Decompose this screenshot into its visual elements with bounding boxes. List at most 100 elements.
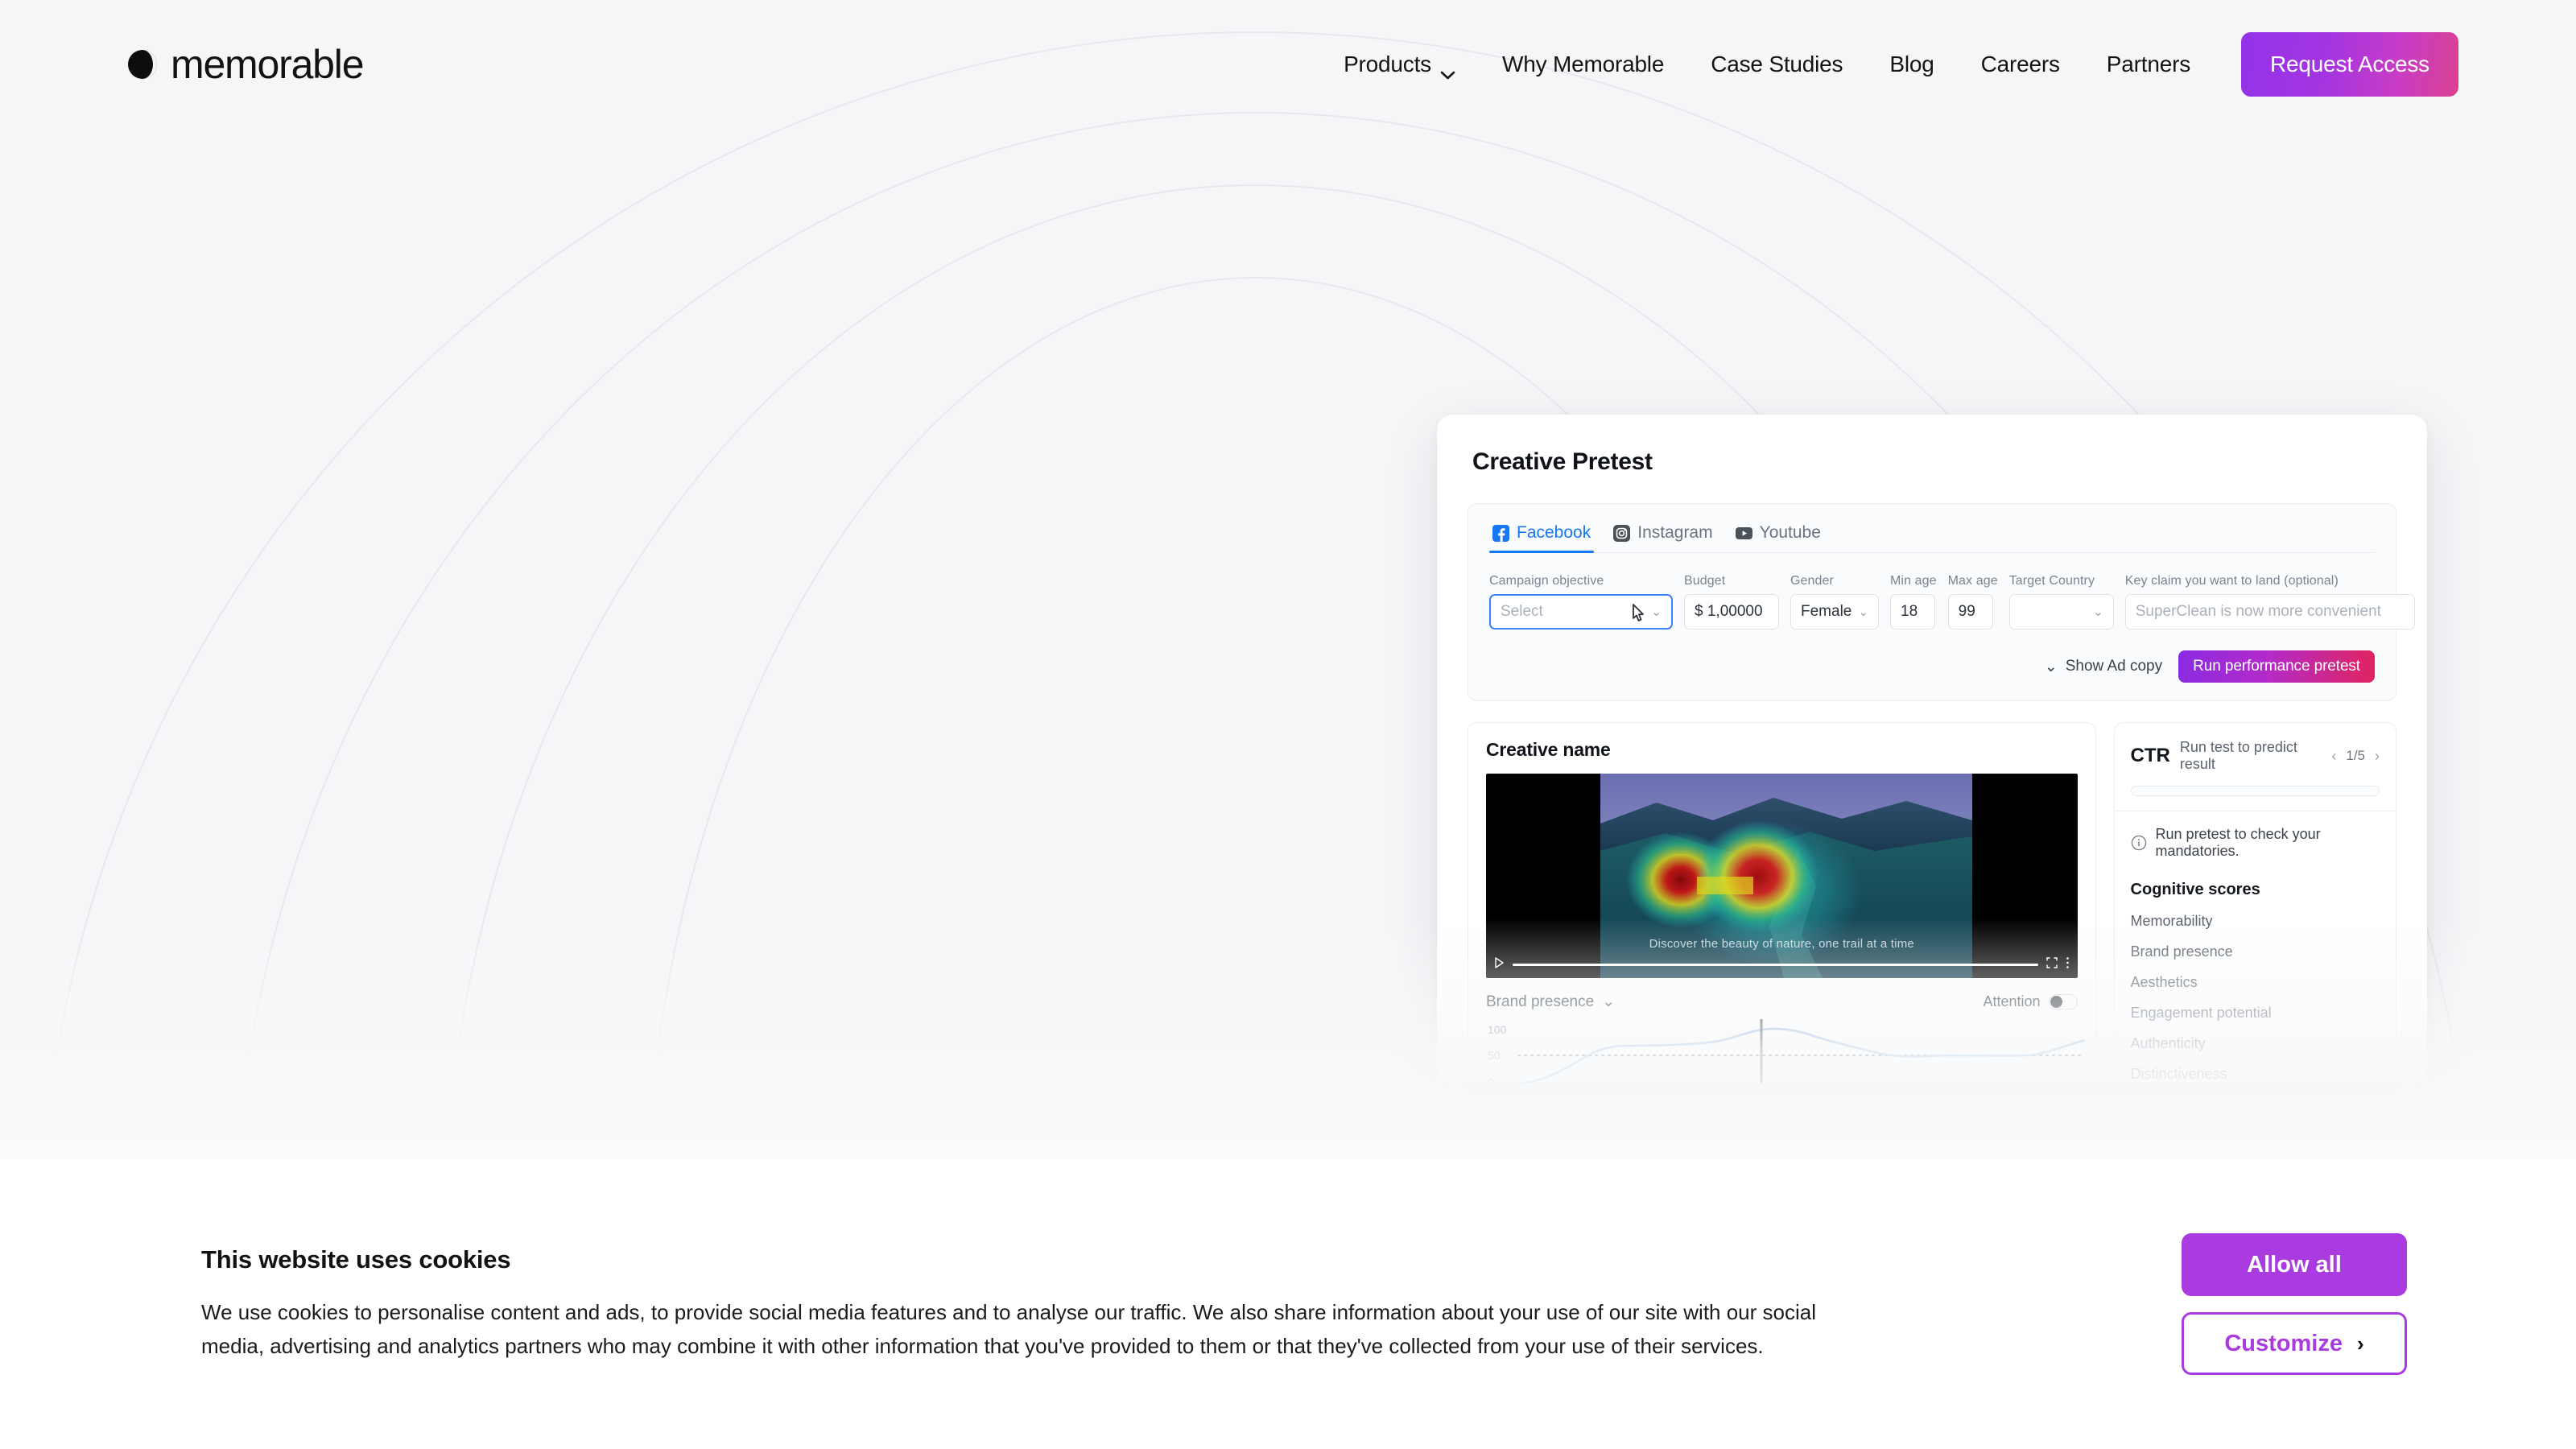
tab-label: Youtube <box>1759 523 1821 542</box>
show-ad-copy-toggle[interactable]: ⌄ Show Ad copy <box>2045 658 2162 676</box>
main-navigation: Products Why Memorable Case Studies Blog… <box>1320 32 2458 97</box>
cognitive-score-item: Engagement potential <box>2130 1005 2272 1021</box>
customize-button[interactable]: Customize › <box>2182 1312 2407 1375</box>
nav-item-blog[interactable]: Blog <box>1866 52 1957 77</box>
field-target-country: Target Country ⌄ <box>2008 574 2114 630</box>
chevron-down-icon: ⌄ <box>2044 658 2058 675</box>
placeholder-text: Select <box>1501 603 1543 620</box>
campaign-fields-row: Campaign objective Select ⌄ Budget $ 1,0… <box>1489 574 2415 630</box>
field-label: Budget <box>1684 574 1726 588</box>
run-performance-pretest-button[interactable]: Run performance pretest <box>2178 650 2375 683</box>
panel-actions: ⌄ Show Ad copy Run performance pretest <box>1489 650 2375 683</box>
target-country-select[interactable]: ⌄ <box>2008 594 2114 630</box>
nav-item-careers[interactable]: Careers <box>1958 52 2083 77</box>
logo[interactable]: memorable <box>127 41 365 88</box>
landing-page: memorable Products Why Memorable Case St… <box>0 0 2576 1449</box>
ctr-panel: CTR Run test to predict result ‹ 1/5 › R… <box>2113 722 2396 1083</box>
chevron-left-icon[interactable]: ‹ <box>2331 748 2336 765</box>
chevron-down-icon <box>1440 60 1455 80</box>
fullscreen-icon[interactable] <box>2046 956 2058 972</box>
campaign-objective-select[interactable]: Select ⌄ <box>1489 594 1673 630</box>
budget-input[interactable]: $ 1,00000 <box>1684 594 1779 630</box>
nav-label: Careers <box>1980 52 2060 76</box>
field-label: Max age <box>1947 574 1998 588</box>
customize-label: Customize <box>2224 1330 2343 1356</box>
y-tick-0: 0 <box>1488 1076 1494 1083</box>
ctr-label: CTR <box>2130 745 2170 766</box>
chevron-right-icon[interactable]: › <box>2375 748 2380 765</box>
metric-label: Brand presence <box>1486 993 1595 1010</box>
nav-item-case-studies[interactable]: Case Studies <box>1687 52 1866 77</box>
cognitive-score-item: Memorability <box>2130 913 2213 929</box>
max-age-input[interactable]: 99 <box>1947 594 1993 630</box>
y-tick-50: 50 <box>1488 1049 1501 1062</box>
show-ad-copy-label: Show Ad copy <box>2065 658 2163 675</box>
field-label: Campaign objective <box>1489 574 1604 588</box>
field-budget: Budget $ 1,00000 <box>1684 574 1779 630</box>
cookie-banner-body: We use cookies to personalise content an… <box>201 1299 1816 1358</box>
nav-item-partners[interactable]: Partners <box>2083 52 2214 77</box>
cookie-text-block: This website uses cookies We use cookies… <box>201 1245 1892 1364</box>
field-key-claim: Key claim you want to land (optional) Su… <box>2124 574 2415 630</box>
chart-header: Brand presence ⌄ Attention <box>1486 993 2078 1011</box>
nav-label: Blog <box>1889 52 1934 76</box>
attention-toggle[interactable] <box>2048 994 2078 1009</box>
site-header: memorable Products Why Memorable Case St… <box>0 0 2576 129</box>
tab-instagram[interactable]: Instagram <box>1610 523 1732 552</box>
play-icon[interactable] <box>1494 956 1505 972</box>
chevron-down-icon: ⌄ <box>1858 605 1868 619</box>
video-controls[interactable] <box>1486 956 2078 973</box>
cookie-consent-banner: This website uses cookies We use cookies… <box>0 1159 2576 1449</box>
cognitive-score-item: Brand presence <box>2130 943 2233 960</box>
nav-item-why-memorable[interactable]: Why Memorable <box>1479 52 1687 77</box>
cognitive-score-item: Authenticity <box>2130 1035 2206 1051</box>
metric-selector[interactable]: Brand presence ⌄ <box>1486 993 1615 1011</box>
field-label: Target Country <box>2008 574 2095 588</box>
cookie-banner-actions: Allow all Customize › <box>2182 1233 2407 1375</box>
kpi-line-chart: 100 50 0 <box>1486 1018 2087 1083</box>
placeholder-text: SuperClean is now more convenient <box>2135 603 2381 620</box>
budget-value: $ 1,00000 <box>1695 603 1763 620</box>
creative-name-label: Creative name <box>1486 739 1611 760</box>
nav-label: Partners <box>2106 52 2191 76</box>
mouse-pointer-icon <box>1628 602 1649 626</box>
min-age-input[interactable]: 18 <box>1890 594 1935 630</box>
pager-count: 1/5 <box>2346 748 2365 763</box>
half-moon-icon <box>127 49 158 80</box>
min-age-value: 18 <box>1901 603 1918 620</box>
max-age-value: 99 <box>1958 603 1975 620</box>
key-claim-input[interactable]: SuperClean is now more convenient <box>2124 594 2415 630</box>
nav-item-products[interactable]: Products <box>1320 52 1479 80</box>
gender-value: Female <box>1801 603 1852 620</box>
chevron-down-icon: ⌄ <box>1602 993 1616 1010</box>
chevron-down-icon: ⌄ <box>2093 605 2103 619</box>
ctr-header: CTR Run test to predict result ‹ 1/5 › <box>2131 739 2380 773</box>
cognitive-score-item: Distinctiveness <box>2130 1066 2227 1082</box>
nav-label: Case Studies <box>1711 52 1843 76</box>
y-tick-100: 100 <box>1488 1023 1507 1036</box>
cookie-banner-title: This website uses cookies <box>201 1245 511 1274</box>
info-icon <box>2131 835 2147 851</box>
field-gender: Gender Female ⌄ <box>1790 574 1879 630</box>
tab-label: Instagram <box>1637 523 1713 542</box>
nav-label: Why Memorable <box>1501 52 1665 76</box>
chevron-down-icon: ⌄ <box>1651 605 1662 619</box>
more-options-icon[interactable] <box>2066 956 2070 973</box>
allow-all-button[interactable]: Allow all <box>2182 1233 2407 1296</box>
tab-label: Facebook <box>1517 523 1591 542</box>
request-access-button[interactable]: Request Access <box>2241 32 2458 97</box>
video-progress-bar[interactable] <box>1513 963 2038 966</box>
tab-youtube[interactable]: Youtube <box>1732 523 1840 552</box>
creative-video-player[interactable]: Discover the beauty of nature, one trail… <box>1486 774 2078 978</box>
toggle-knob <box>2050 996 2062 1008</box>
ctr-progress-bar <box>2130 786 2380 796</box>
tab-facebook[interactable]: Facebook <box>1489 523 1610 553</box>
instagram-icon <box>1613 524 1631 542</box>
platform-tabs: Facebook Instagram Youtube <box>1489 523 2375 553</box>
mandatories-note: Run pretest to check your mandatories. <box>2131 826 2380 860</box>
cognitive-score-item: Aesthetics <box>2130 974 2198 990</box>
logo-text: memorable <box>171 42 365 87</box>
facebook-icon <box>1492 524 1509 542</box>
youtube-icon <box>1735 525 1752 542</box>
gender-select[interactable]: Female ⌄ <box>1790 594 1879 630</box>
